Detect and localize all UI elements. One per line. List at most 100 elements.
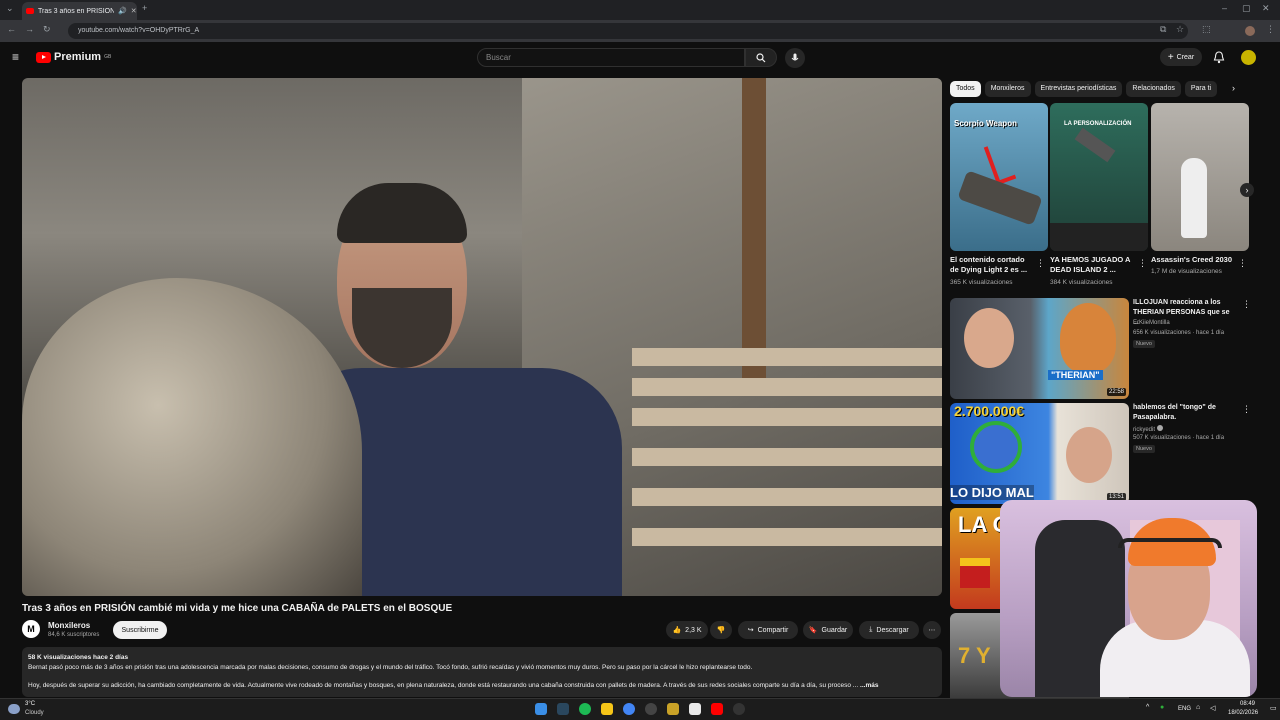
browser-menu-icon[interactable]: ⋮: [1266, 24, 1275, 35]
browser-tab[interactable]: Tras 3 años en PRISIÓN ca 🔊 ✕: [22, 2, 137, 20]
short-title-1[interactable]: El contenido cortado de Dying Light 2 es…: [950, 255, 1034, 275]
tray-app-icon[interactable]: ●: [1160, 704, 1164, 711]
share-button[interactable]: ↪ Compartir: [738, 621, 798, 639]
short-thumbnail-2[interactable]: LA PERSONALIZACIÓN: [1050, 103, 1148, 251]
show-more-link[interactable]: ...más: [860, 682, 878, 689]
short-thumbnail-3[interactable]: [1151, 103, 1249, 251]
thumb-text: 7 Y: [958, 643, 991, 668]
download-button[interactable]: ⤓ Descargar: [859, 621, 919, 639]
recommendation-meta-1: 656 K visualizaciones · hace 1 día: [1133, 330, 1225, 336]
recommendation-thumbnail-1[interactable]: "THERIAN" 22:58: [950, 298, 1129, 399]
short-2-menu-icon[interactable]: ⋮: [1138, 258, 1147, 269]
new-tab-icon[interactable]: +: [142, 3, 147, 13]
short-views-3: 1,7 M de visualizaciones: [1151, 268, 1222, 275]
hamburger-menu-icon[interactable]: ≡: [12, 50, 19, 64]
app-icon[interactable]: [733, 703, 745, 715]
back-icon[interactable]: ←: [7, 24, 16, 34]
recommendation-1-menu-icon[interactable]: ⋮: [1242, 299, 1251, 310]
steam-icon[interactable]: [557, 703, 569, 715]
recommendation-channel-2[interactable]: rickyedit: [1133, 425, 1163, 433]
video-player[interactable]: [22, 78, 942, 596]
tray-chevron-up-icon[interactable]: ^: [1146, 704, 1149, 711]
close-tab-icon[interactable]: ✕: [131, 7, 137, 15]
chevron-right-icon[interactable]: ›: [1232, 83, 1235, 93]
description-box[interactable]: 58 K visualizaciones hace 2 días Bernat …: [22, 647, 942, 697]
share-label: Compartir: [757, 626, 789, 634]
reload-icon[interactable]: ↻: [43, 24, 51, 35]
streamer-face: [964, 308, 1014, 368]
extensions-icon[interactable]: ⬚: [1202, 24, 1211, 35]
channel-name[interactable]: Monxileros: [48, 621, 90, 630]
store-icon[interactable]: [689, 703, 701, 715]
close-window-icon[interactable]: ✕: [1262, 3, 1270, 14]
obs-icon[interactable]: [645, 703, 657, 715]
windows-start-icon[interactable]: [535, 703, 547, 715]
volume-icon[interactable]: ◁: [1210, 704, 1215, 712]
thumb-text: "THERIAN": [1048, 370, 1103, 380]
flag-graphic: [960, 558, 990, 588]
create-button[interactable]: + Crear: [1160, 48, 1202, 66]
youtube-premium-logo[interactable]: Premium GB: [36, 51, 111, 63]
account-avatar[interactable]: [1241, 50, 1256, 65]
chip-monxileros[interactable]: Monxileros: [984, 81, 1031, 97]
chip-para-ti[interactable]: Para ti: [1184, 81, 1218, 97]
clock-time[interactable]: 08:49: [1240, 701, 1255, 707]
chip-entrevistas[interactable]: Entrevistas periodísticas: [1034, 81, 1123, 97]
recommendation-channel-1[interactable]: ErKiieMontilla: [1133, 320, 1170, 326]
thumb-text: LO DIJO MAL: [950, 485, 1034, 500]
voice-search-button[interactable]: [785, 48, 805, 68]
short-1-menu-icon[interactable]: ⋮: [1036, 258, 1045, 269]
share-arrow-icon: ↪: [747, 627, 754, 634]
short-thumbnail-1[interactable]: Scorpio Weapon: [950, 103, 1048, 251]
like-button[interactable]: 👍 2,3 K: [666, 621, 708, 639]
notification-center-icon[interactable]: ▭: [1270, 704, 1277, 712]
search-input[interactable]: Buscar: [477, 48, 745, 67]
hammer-image: [1074, 127, 1116, 163]
new-badge: Nuevo: [1133, 445, 1155, 453]
league-icon[interactable]: [667, 703, 679, 715]
youtube-app-icon[interactable]: [711, 703, 723, 715]
address-bar[interactable]: youtube.com/watch?v=OHDyPTRrG_A: [68, 23, 1188, 39]
chrome-icon[interactable]: [623, 703, 635, 715]
recommendation-2-menu-icon[interactable]: ⋮: [1242, 404, 1251, 415]
channel-avatar[interactable]: M: [22, 620, 40, 638]
shorts-next-button[interactable]: ›: [1240, 183, 1254, 197]
bookmark-star-icon[interactable]: ☆: [1176, 24, 1184, 35]
notifications-bell-icon[interactable]: [1213, 51, 1225, 64]
short-title-2[interactable]: YA HEMOS JUGADO A DEAD ISLAND 2 ...: [1050, 255, 1136, 275]
dislike-button[interactable]: 👎: [710, 621, 732, 639]
chip-todos[interactable]: Todos: [950, 81, 981, 97]
weather-temperature[interactable]: 3°C: [25, 701, 35, 707]
download-label: Descargar: [876, 626, 909, 634]
short-views-1: 365 K visualizaciones: [950, 279, 1013, 286]
profile-avatar[interactable]: [1245, 26, 1255, 36]
tab-list-icon[interactable]: ⌄: [6, 3, 14, 14]
more-actions-button[interactable]: ⋯: [923, 621, 941, 639]
save-button[interactable]: 🔖 Guardar: [803, 621, 853, 639]
forward-icon[interactable]: →: [25, 24, 34, 34]
short-3-menu-icon[interactable]: ⋮: [1238, 258, 1247, 269]
browser-tab-bar: ⌄ Tras 3 años en PRISIÓN ca 🔊 ✕ + – ▢ ✕: [0, 0, 1280, 20]
open-in-app-icon[interactable]: ⧉: [1160, 24, 1166, 35]
browser-toolbar: ← → ↻ youtube.com/watch?v=OHDyPTRrG_A ⧉ …: [0, 20, 1280, 42]
recommendation-title-2[interactable]: hablemos del "tongo" de Pasapalabra.: [1133, 403, 1233, 423]
weather-condition[interactable]: Cloudy: [25, 710, 44, 716]
file-explorer-icon[interactable]: [601, 703, 613, 715]
clock-date[interactable]: 18/02/2026: [1228, 710, 1258, 716]
input-language[interactable]: ENG: [1178, 706, 1191, 712]
video-title: Tras 3 años en PRISIÓN cambié mi vida y …: [22, 603, 453, 614]
fox-mask: [1060, 303, 1116, 373]
short-title-3[interactable]: Assassin's Creed 2030: [1151, 255, 1237, 265]
weather-cloud-icon[interactable]: [8, 704, 20, 714]
subscribe-button[interactable]: Suscribirme: [113, 621, 167, 639]
network-icon[interactable]: ⌂: [1196, 704, 1200, 711]
search-button[interactable]: [745, 48, 777, 67]
maximize-icon[interactable]: ▢: [1242, 3, 1251, 14]
video-frame-wooden-beam: [742, 78, 766, 378]
chip-relacionados[interactable]: Relacionados: [1126, 81, 1181, 97]
recommendation-thumbnail-2[interactable]: 2.700.000€ LO DIJO MAL 13:51: [950, 403, 1129, 504]
minimize-icon[interactable]: –: [1222, 3, 1227, 13]
new-badge: Nuevo: [1133, 340, 1155, 348]
recommendation-meta-2: 507 K visualizaciones · hace 1 día: [1133, 435, 1225, 441]
spotify-icon[interactable]: [579, 703, 591, 715]
